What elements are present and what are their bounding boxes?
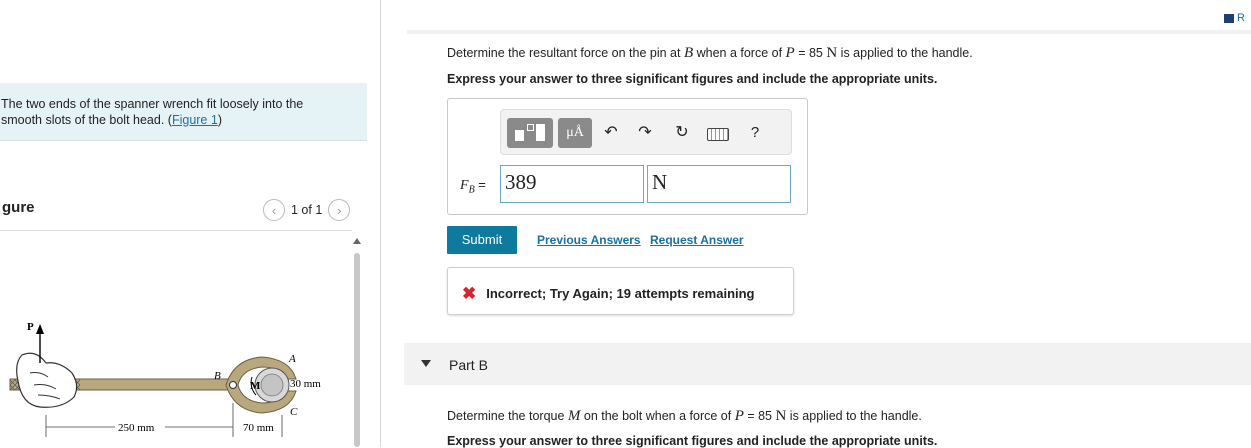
part-b-label[interactable]: Part B <box>449 357 488 373</box>
label-M: M <box>250 380 261 392</box>
figure-divider <box>0 230 352 231</box>
submit-button[interactable]: Submit <box>447 226 517 254</box>
corner-link[interactable]: R <box>1224 12 1245 24</box>
figure-scrollbar[interactable] <box>354 253 360 447</box>
caret-down-icon[interactable] <box>421 360 431 367</box>
value-input[interactable]: 389 <box>500 165 644 203</box>
figure-title: gure <box>2 199 35 216</box>
unit-input[interactable]: N <box>647 165 791 203</box>
paren-close: ) <box>217 113 222 127</box>
part-a-instruction: Express your answer to three significant… <box>447 72 938 86</box>
answer-box: μÅ ↶ ↷ ↻ ? FB = 389 N <box>447 98 808 215</box>
answer-label: FB = <box>460 177 486 196</box>
redo-icon[interactable]: ↷ <box>634 118 656 148</box>
intro-text-1: The two ends of the spanner wrench fit l… <box>1 97 304 111</box>
problem-intro: The two ends of the spanner wrench fit l… <box>0 83 367 141</box>
help-button[interactable]: ? <box>744 118 766 148</box>
figure-page-count: 1 of 1 <box>291 203 323 217</box>
figure-link[interactable]: Figure 1 <box>172 113 218 127</box>
part-a-header-strip <box>407 30 1251 34</box>
label-dim-250: 250 mm <box>118 422 155 434</box>
scroll-up-icon[interactable] <box>353 238 361 244</box>
part-b-header[interactable] <box>404 343 1251 385</box>
label-B: B <box>214 370 221 382</box>
label-A: A <box>288 353 296 365</box>
chevron-left-icon[interactable]: ‹ <box>263 199 285 221</box>
templates-button[interactable] <box>507 118 553 148</box>
undo-icon[interactable]: ↶ <box>600 118 622 148</box>
spanner-wrench-figure: P M B A C 30 mm 250 mm 70 mm <box>9 321 321 437</box>
keyboard-icon[interactable] <box>705 118 731 148</box>
reset-icon[interactable]: ↻ <box>671 118 693 148</box>
label-radius: 30 mm <box>290 378 321 390</box>
figure-pager: ‹ 1 of 1 › <box>263 199 351 221</box>
previous-answers-link[interactable]: Previous Answers <box>537 233 641 247</box>
hand-drawing <box>16 352 78 408</box>
pin-B <box>229 381 237 389</box>
request-answer-link[interactable]: Request Answer <box>650 233 744 247</box>
math-toolbar: μÅ ↶ ↷ ↻ ? <box>500 109 792 155</box>
feedback-text: Incorrect; Try Again; 19 attempts remain… <box>486 286 755 301</box>
incorrect-icon: ✖ <box>462 284 477 303</box>
chevron-right-icon[interactable]: › <box>328 199 351 221</box>
part-a-question: Determine the resultant force on the pin… <box>447 45 973 61</box>
label-C: C <box>290 406 298 418</box>
book-icon <box>1224 13 1234 23</box>
feedback-message: ✖ Incorrect; Try Again; 19 attempts remai… <box>447 267 794 315</box>
part-b-question: Determine the torque M on the bolt when … <box>447 408 922 424</box>
intro-text-2: smooth slots of the bolt head. <box>1 113 168 127</box>
left-pane: The two ends of the spanner wrench fit l… <box>0 0 380 447</box>
label-P: P <box>27 321 34 333</box>
part-b-instruction: Express your answer to three significant… <box>447 434 938 448</box>
label-dim-70: 70 mm <box>243 422 274 434</box>
units-button[interactable]: μÅ <box>558 118 592 148</box>
